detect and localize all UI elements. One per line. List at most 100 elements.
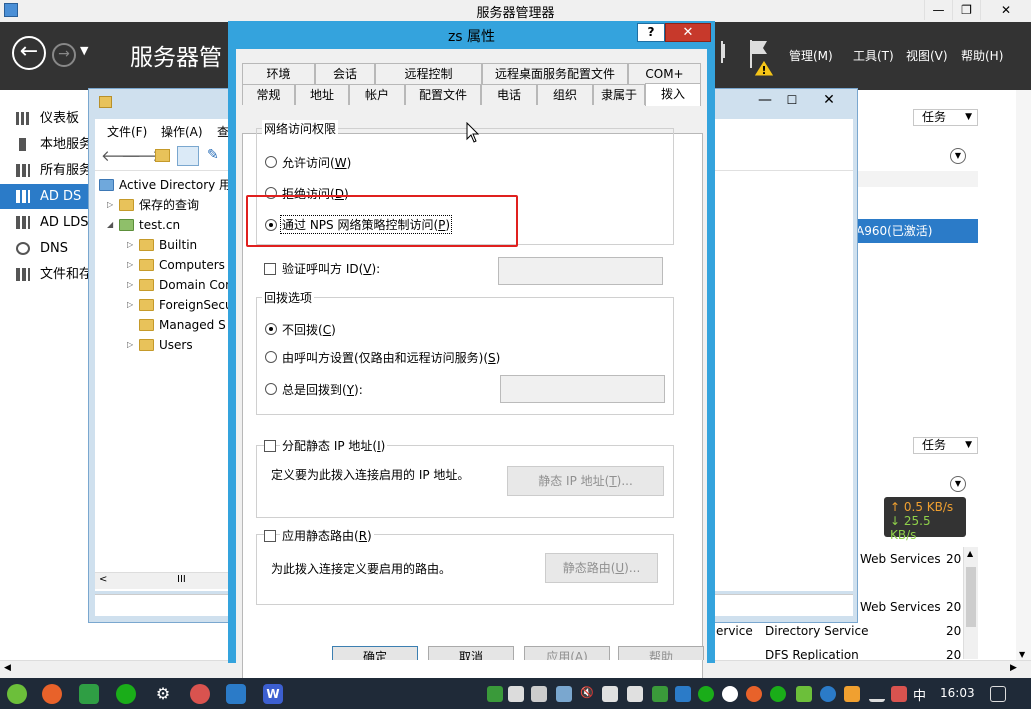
qq-icon[interactable] (722, 686, 738, 702)
verify-caller-id-label[interactable]: 验证呼叫方 ID(V): (282, 260, 380, 277)
caller-id-input[interactable] (498, 257, 663, 285)
scroll-right-icon[interactable]: ▶ (1010, 663, 1017, 673)
menu-action[interactable]: 操作(A) (161, 123, 203, 140)
printer-icon[interactable] (531, 686, 547, 702)
help-button[interactable]: 帮助 (618, 646, 704, 660)
scroll-thumb[interactable] (966, 567, 976, 627)
tab-telephones[interactable]: 电话 (481, 84, 537, 105)
expand-arrow-icon[interactable]: ▷ (127, 235, 133, 255)
expand-chevron-icon[interactable]: ▼ (950, 476, 966, 492)
refresh-icon[interactable] (723, 44, 733, 58)
nav-item-file-storage[interactable]: 文件和存 (0, 262, 100, 287)
nav-item-ad-ds[interactable]: AD DS (0, 184, 100, 209)
clock-time[interactable]: 16:03 (940, 686, 975, 700)
tab-rds-profile[interactable]: 远程桌面服务配置文件 (482, 63, 628, 84)
scroll-left-icon[interactable]: ◀ (4, 663, 11, 673)
no-callback-radio[interactable] (265, 323, 277, 335)
tray-app2-icon[interactable] (796, 686, 812, 702)
image-viewer-icon[interactable] (226, 684, 246, 704)
tab-sessions[interactable]: 会话 (315, 63, 375, 84)
always-callback-radio[interactable] (265, 383, 277, 395)
tab-member-of[interactable]: 隶属于 (593, 84, 645, 105)
security-icon[interactable] (627, 686, 643, 702)
always-callback-label[interactable]: 总是回拨到(Y): (282, 381, 363, 398)
tab-environment[interactable]: 环境 (242, 63, 315, 84)
tab-organization[interactable]: 组织 (537, 84, 593, 105)
forward-arrow-icon[interactable]: → (52, 43, 76, 67)
callback-number-input[interactable] (500, 375, 665, 403)
expand-arrow-icon[interactable]: ▷ (127, 335, 133, 355)
tray-wechat-icon[interactable] (698, 686, 714, 702)
back-arrow-icon[interactable]: ← (12, 36, 46, 70)
aduc-maximize-button[interactable]: ☐ (779, 91, 805, 111)
expand-arrow-icon[interactable]: ▷ (107, 195, 113, 215)
verify-caller-id-checkbox[interactable] (264, 263, 276, 275)
tray-app-icon[interactable] (487, 686, 503, 702)
ok-button[interactable]: 确定 (332, 646, 418, 660)
tab-profile[interactable]: 配置文件 (405, 84, 481, 105)
app-icon-red[interactable] (190, 684, 210, 704)
set-by-caller-label[interactable]: 由呼叫方设置(仅路由和远程访问服务)(S) (282, 349, 500, 366)
allow-access-radio[interactable] (265, 156, 277, 168)
menu-file[interactable]: 文件(F) (107, 123, 147, 140)
chat-app-icon[interactable] (116, 684, 136, 704)
selected-server-row[interactable]: A960(已激活) (854, 219, 978, 243)
tab-dial-in[interactable]: 拨入 (645, 83, 701, 106)
notification-center-icon[interactable] (990, 686, 1006, 702)
volume-muted-icon[interactable]: 🔇 (579, 686, 595, 702)
tasks-dropdown-1[interactable]: 任务 ▼ (913, 109, 978, 126)
menu-tools[interactable]: 工具(T) (853, 47, 894, 64)
show-tree-icon[interactable] (177, 146, 199, 166)
tab-address[interactable]: 地址 (295, 84, 349, 105)
expand-arrow-icon[interactable]: ▷ (127, 275, 133, 295)
no-callback-label[interactable]: 不回拨(C) (282, 321, 336, 338)
apply-button[interactable]: 应用(A) (524, 646, 610, 660)
static-ip-label[interactable]: 分配静态 IP 地址(I) (280, 437, 388, 454)
properties-icon[interactable]: ✎ (207, 147, 219, 163)
scroll-down-icon[interactable]: ▼ (1019, 650, 1025, 659)
history-dropdown-icon[interactable]: ▼ (80, 44, 88, 57)
dialog-close-button[interactable]: ✕ (665, 23, 711, 42)
expand-arrow-icon[interactable]: ▷ (127, 295, 133, 315)
dialog-help-button[interactable]: ? (637, 23, 665, 42)
tasks-dropdown-2[interactable]: 任务 ▼ (913, 437, 978, 454)
firefox-icon[interactable] (42, 684, 62, 704)
start-button-icon[interactable] (7, 684, 27, 704)
nav-item-all-servers[interactable]: 所有服务 (0, 158, 100, 183)
aduc-close-button[interactable]: ✕ (807, 91, 851, 111)
static-ip-checkbox[interactable] (264, 440, 276, 452)
tray-red-icon[interactable] (891, 686, 907, 702)
tree-horizontal-scrollbar[interactable]: < III (95, 572, 234, 589)
nav-item-dns[interactable]: DNS (0, 236, 100, 261)
up-folder-icon[interactable] (155, 149, 170, 162)
tab-remote-control[interactable]: 远程控制 (375, 63, 482, 84)
minimize-button[interactable]: — (924, 0, 952, 20)
network-icon[interactable] (869, 686, 885, 702)
cancel-button[interactable]: 取消 (428, 646, 514, 660)
menu-manage[interactable]: 管理(M) (789, 47, 833, 64)
tray-box-icon[interactable] (556, 686, 572, 702)
tray-tb-icon[interactable] (508, 686, 524, 702)
static-ip-button[interactable]: 静态 IP 地址(T)... (507, 466, 664, 496)
services-vertical-scrollbar[interactable]: ▲ (963, 547, 978, 659)
tab-account[interactable]: 帐户 (349, 84, 405, 105)
set-by-caller-radio[interactable] (265, 351, 277, 363)
main-vertical-scrollbar[interactable]: ▼ (1016, 90, 1031, 660)
writer-icon[interactable]: W (263, 684, 283, 704)
static-routes-button[interactable]: 静态路由(U)... (545, 553, 658, 583)
static-routes-checkbox[interactable] (264, 530, 276, 542)
expand-chevron-icon[interactable]: ▼ (950, 148, 966, 164)
settings-gear-icon[interactable]: ⚙ (153, 684, 173, 704)
static-routes-label[interactable]: 应用静态路由(R) (280, 527, 374, 544)
scroll-up-icon[interactable]: ▲ (967, 549, 973, 558)
wechat-icon[interactable] (770, 686, 786, 702)
allow-access-label[interactable]: 允许访问(W) (282, 154, 351, 171)
nav-item-dashboard[interactable]: 仪表板 (0, 106, 100, 131)
tab-com-plus[interactable]: COM+ (628, 63, 701, 84)
scroll-thumb-grip[interactable]: III (177, 574, 186, 585)
scroll-left-icon[interactable]: < (99, 574, 107, 585)
aduc-minimize-button[interactable]: — (752, 91, 778, 111)
tray-orange-icon[interactable] (746, 686, 762, 702)
shield-icon[interactable] (602, 686, 618, 702)
nav-item-local-server[interactable]: 本地服务 (0, 132, 100, 157)
